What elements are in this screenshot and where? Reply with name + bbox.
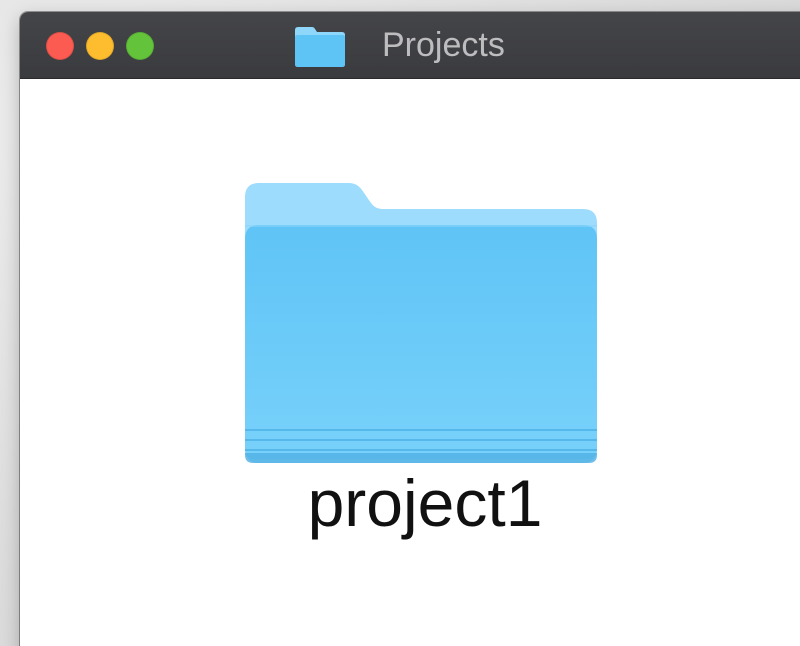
- finder-window: Projects project1: [20, 12, 800, 646]
- close-button[interactable]: [46, 32, 74, 60]
- window-title: Projects: [382, 26, 505, 64]
- folder-content-area: project1: [20, 79, 800, 646]
- folder-icon: [295, 27, 345, 67]
- folder-icon[interactable]: [245, 183, 597, 463]
- folder-name-label[interactable]: project1: [230, 463, 620, 543]
- window-titlebar[interactable]: Projects: [20, 12, 800, 79]
- zoom-button[interactable]: [126, 32, 154, 60]
- folder-item[interactable]: project1: [230, 173, 610, 563]
- minimize-button[interactable]: [86, 32, 114, 60]
